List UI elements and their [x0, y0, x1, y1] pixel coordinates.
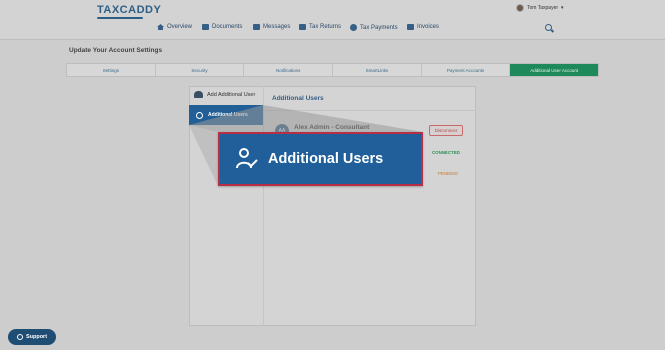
tab-smartlinks[interactable]: SmartLinks — [333, 64, 422, 76]
nav-label: Documents — [212, 24, 243, 30]
tab-security[interactable]: Security — [156, 64, 245, 76]
add-user-label: Add Additional User — [207, 91, 256, 98]
callout-label: Additional Users — [268, 151, 384, 167]
panel-header-divider — [263, 110, 476, 111]
tax-payments-icon — [350, 24, 357, 31]
tab-additional-user-account[interactable]: Additional User Account — [510, 64, 599, 76]
nav-overview[interactable]: Overview — [157, 24, 192, 30]
user-menu[interactable]: Tom Taxpayer ▾ — [516, 4, 564, 12]
sidebar-item-label: Additional Users — [208, 112, 248, 118]
user-check-icon — [196, 111, 203, 119]
nav-messages[interactable]: Messages — [253, 24, 290, 30]
logo-swoosh — [97, 17, 143, 19]
disconnect-button[interactable]: Disconnect — [429, 125, 463, 136]
nav-documents[interactable]: Documents — [202, 24, 242, 30]
messages-icon — [253, 24, 260, 30]
tab-payment-accounts[interactable]: Payment Accounts — [422, 64, 511, 76]
sidebar-item-additional-users[interactable]: Additional Users — [189, 105, 263, 125]
status-connected: CONNECTED — [432, 150, 460, 155]
nav-label: Invoices — [417, 24, 440, 30]
top-header: TAXCADDY Tom Taxpayer ▾ Overview Documen… — [0, 0, 665, 40]
nav-invoices[interactable]: Invoices — [407, 24, 439, 30]
add-additional-user-link[interactable]: Add Additional User — [194, 91, 255, 98]
user-check-icon — [236, 148, 258, 169]
home-icon — [157, 24, 164, 30]
section-title: Additional Users — [272, 95, 324, 102]
support-icon — [16, 334, 23, 340]
search-icon[interactable] — [545, 24, 552, 31]
settings-tabs: Settings Security Notifications SmartLin… — [66, 63, 599, 77]
nav-label: Tax Returns — [309, 24, 342, 30]
user-name: Tom Taxpayer — [527, 5, 559, 11]
support-label: Support — [25, 334, 48, 340]
logo-text: TAXCADDY — [97, 4, 162, 16]
additional-users-callout[interactable]: Additional Users — [218, 132, 423, 186]
status-pending: PENDING — [438, 171, 459, 176]
tax-returns-icon — [299, 24, 306, 30]
nav-label: Messages — [263, 24, 291, 30]
nav-tax-payments[interactable]: Tax Payments — [350, 24, 398, 31]
nav-label: Overview — [167, 24, 193, 30]
panel-divider — [263, 86, 264, 326]
user-name: Alex Admin - Consultant — [294, 124, 370, 131]
taxcaddy-logo[interactable]: TAXCADDY — [97, 4, 162, 19]
main-nav: Overview Documents Messages Tax Returns … — [0, 24, 665, 36]
user-avatar — [516, 4, 524, 12]
chevron-down-icon: ▾ — [561, 5, 564, 11]
invoices-icon — [407, 24, 414, 30]
tab-settings[interactable]: Settings — [67, 64, 156, 76]
support-button[interactable]: Support — [8, 329, 56, 345]
page-title: Update Your Account Settings — [69, 47, 163, 54]
nav-tax-returns[interactable]: Tax Returns — [299, 24, 341, 30]
documents-icon — [202, 24, 209, 30]
tab-notifications[interactable]: Notifications — [244, 64, 334, 76]
add-user-icon — [194, 91, 203, 98]
nav-label: Tax Payments — [360, 24, 398, 31]
